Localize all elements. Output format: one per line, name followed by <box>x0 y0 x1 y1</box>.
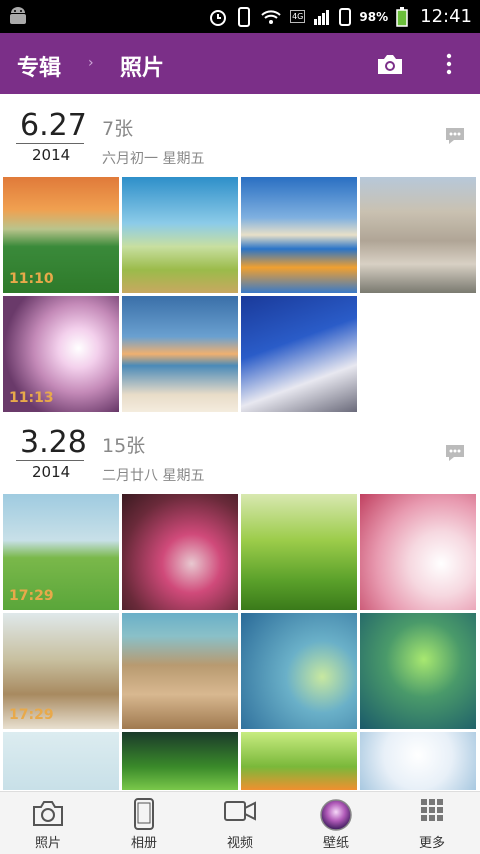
tab-label: 更多 <box>418 836 445 851</box>
comment-icon[interactable] <box>444 443 466 463</box>
clock: 12:41 <box>420 6 472 27</box>
group-year: 2014 <box>32 463 71 481</box>
tab-photos[interactable]: 照片 <box>0 792 96 854</box>
photo-thumbnail[interactable] <box>241 732 357 790</box>
date-group-header: 3.28 2014 15张 二月廿八 星期五 <box>0 413 480 493</box>
photo-thumbnail[interactable] <box>122 732 238 790</box>
photo-thumbnail[interactable]: 11:13 <box>3 296 119 412</box>
tab-label: 视频 <box>226 836 253 851</box>
photo-thumbnail[interactable] <box>360 613 476 729</box>
breadcrumb-photos: 照片 <box>120 56 165 81</box>
signal-icon <box>314 9 330 25</box>
photo-thumbnail[interactable] <box>241 177 357 293</box>
app-bar: 专辑 › 照片 <box>0 33 480 94</box>
photo-time: 17:29 <box>9 707 54 723</box>
divider <box>16 460 84 461</box>
android-icon <box>10 7 26 24</box>
status-bar: 4G 98% 12:41 <box>0 0 480 33</box>
photo-time: 17:29 <box>9 588 54 604</box>
video-icon <box>224 801 256 821</box>
tab-wallpaper[interactable]: 壁纸 <box>288 792 384 854</box>
alarm-icon <box>210 9 227 26</box>
grid-icon <box>421 799 443 821</box>
photo-thumbnail[interactable] <box>360 177 476 293</box>
photo-thumbnail[interactable] <box>122 296 238 412</box>
photo-time: 11:13 <box>9 390 54 406</box>
bottom-tab-bar: 照片 相册 视频 壁纸 更多 <box>0 791 480 854</box>
group-date: 3.28 <box>20 425 87 460</box>
tab-label: 照片 <box>34 836 61 851</box>
group-photo-count: 15张 <box>102 435 146 457</box>
photo-thumbnail[interactable] <box>122 494 238 610</box>
photo-thumbnail[interactable] <box>360 494 476 610</box>
photo-time: 11:10 <box>9 271 54 287</box>
photo-thumbnail[interactable] <box>122 177 238 293</box>
photo-thumbnail[interactable] <box>241 494 357 610</box>
wifi-icon <box>261 9 281 24</box>
photo-thumbnail[interactable] <box>241 613 357 729</box>
tab-videos[interactable]: 视频 <box>192 792 288 854</box>
photo-thumbnail[interactable]: 11:10 <box>3 177 119 293</box>
breadcrumb-albums[interactable]: 专辑 <box>17 50 61 82</box>
group-lunar-date: 二月廿八 星期五 <box>102 468 205 484</box>
camera-icon <box>33 801 63 826</box>
battery-icon <box>396 6 408 27</box>
phone-vibrate-icon <box>238 6 251 27</box>
tab-label: 壁纸 <box>322 836 349 851</box>
battery-percent: 98% <box>359 9 389 24</box>
overflow-menu-icon[interactable] <box>442 51 456 77</box>
group-lunar-date: 六月初一 星期五 <box>102 151 205 167</box>
wallpaper-icon <box>320 799 352 831</box>
sim-icon <box>339 7 352 26</box>
date-group-header: 6.27 2014 7张 六月初一 星期五 <box>0 96 480 176</box>
photo-thumbnail[interactable]: 17:29 <box>3 613 119 729</box>
network-type-label: 4G <box>290 10 306 23</box>
phone-icon <box>134 798 154 830</box>
divider <box>16 143 84 144</box>
photo-thumbnail[interactable]: 17:29 <box>3 494 119 610</box>
tab-albums[interactable]: 相册 <box>96 792 192 854</box>
comment-icon[interactable] <box>444 126 466 146</box>
photo-thumbnail[interactable] <box>122 613 238 729</box>
photo-thumbnail[interactable] <box>241 296 357 412</box>
breadcrumb-separator: › <box>88 55 94 71</box>
tab-more[interactable]: 更多 <box>384 792 480 854</box>
group-year: 2014 <box>32 146 71 164</box>
group-date: 6.27 <box>20 108 87 143</box>
group-photo-count: 7张 <box>102 118 134 140</box>
photo-thumbnail[interactable] <box>3 732 119 790</box>
photo-thumbnail[interactable] <box>360 732 476 790</box>
camera-icon[interactable] <box>376 52 404 76</box>
tab-label: 相册 <box>130 836 157 851</box>
